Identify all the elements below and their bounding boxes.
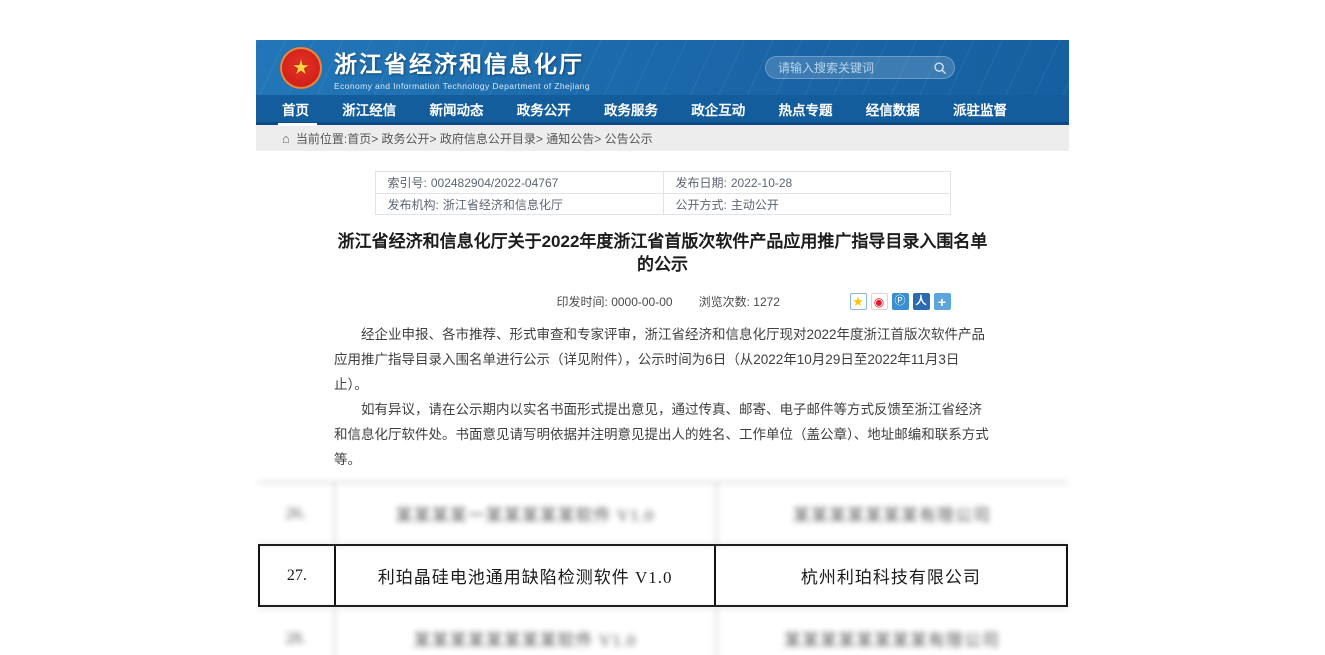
nav-item-gov-services[interactable]: 政务服务 — [602, 95, 660, 123]
article-body: 经企业申报、各市推荐、形式审查和专家评审，浙江省经济和信息化厅现对2022年度浙… — [256, 310, 1069, 472]
nav-item-supervision[interactable]: 派驻监督 — [951, 95, 1009, 123]
document-info-table: 索引号: 002482904/2022-04767 发布日期: 2022-10-… — [375, 171, 951, 215]
view-count-label: 浏览次数: — [699, 295, 750, 309]
main-nav: 首页 浙江经信 新闻动态 政务公开 政务服务 政企互动 热点专题 经信数据 派驻… — [256, 95, 1069, 122]
nav-item-jingxin-data[interactable]: 经信数据 — [864, 95, 922, 123]
search-box[interactable] — [765, 56, 955, 79]
doc-date-cell: 发布日期: 2022-10-28 — [663, 172, 950, 193]
table-row-blurred: 26. 某某某某一某某某某某软件 V1.0 某某某某某某某有限公司 — [258, 482, 1068, 545]
article-content: 索引号: 002482904/2022-04767 发布日期: 2022-10-… — [256, 171, 1069, 655]
home-icon: ⌂ — [282, 131, 290, 146]
nav-item-interaction[interactable]: 政企互动 — [689, 95, 747, 123]
doc-method-value: 主动公开 — [731, 196, 779, 213]
article-meta-row: 印发时间: 0000-00-00 浏览次数: 1272 ★ ◉ Ⓟ 人 + — [375, 293, 951, 310]
nav-item-gov-disclosure[interactable]: 政务公开 — [515, 95, 573, 123]
view-count-value: 1272 — [753, 295, 780, 309]
doc-org-value: 浙江省经济和信息化厅 — [443, 196, 563, 213]
paragraph-1: 经企业申报、各市推荐、形式审查和专家评审，浙江省经济和信息化厅现对2022年度浙… — [334, 322, 991, 397]
doc-index-cell: 索引号: 002482904/2022-04767 — [376, 172, 663, 193]
table-row-blurred: 28. 某某某某某某某某软件 V1.0 某某某某某某某某有限公司 — [258, 607, 1068, 655]
breadcrumb: ⌂ 当前位置:首页> 政务公开> 政府信息公开目录> 通知公告> 公告公示 — [256, 125, 1069, 151]
view-count: 浏览次数: 1272 — [699, 293, 780, 310]
print-time: 印发时间: 0000-00-00 — [557, 293, 673, 310]
site-header: ★ 浙江省经济和信息化厅 Economy and Information Tec… — [256, 40, 1069, 95]
row-number: 27. — [260, 546, 337, 605]
page: ★ 浙江省经济和信息化厅 Economy and Information Tec… — [256, 40, 1069, 655]
doc-method-label: 公开方式: — [676, 196, 727, 213]
table-row-highlight: 27. 利珀晶硅电池通用缺陷检测软件 V1.0 杭州利珀科技有限公司 — [258, 544, 1068, 607]
paragraph-2: 如有异议，请在公示期内以实名书面形式提出意见，通过传真、邮寄、电子邮件等方式反馈… — [334, 397, 991, 472]
software-name: 某某某某某某某某软件 V1.0 — [335, 608, 717, 655]
row-number: 26. — [258, 483, 335, 544]
company-name: 某某某某某某某有限公司 — [717, 483, 1068, 544]
article-meta-stats: 印发时间: 0000-00-00 浏览次数: 1272 — [557, 293, 780, 310]
share-more-icon[interactable]: + — [934, 293, 951, 310]
site-subtitle: Economy and Information Technology Depar… — [334, 81, 590, 91]
company-name: 杭州利珀科技有限公司 — [716, 546, 1065, 605]
print-time-label: 印发时间: — [557, 295, 608, 309]
doc-index-label: 索引号: — [388, 174, 427, 191]
breadcrumb-text[interactable]: 当前位置:首页> 政务公开> 政府信息公开目录> 通知公告> 公告公示 — [296, 130, 653, 147]
doc-index-value: 002482904/2022-04767 — [431, 176, 558, 190]
nav-item-hot-topics[interactable]: 热点专题 — [777, 95, 835, 123]
site-title: 浙江省经济和信息化厅 — [334, 45, 590, 79]
favorite-star-icon[interactable]: ★ — [850, 293, 867, 310]
article-title: 浙江省经济和信息化厅关于2022年度浙江省首版次软件产品应用推广指导目录入围名单… — [333, 230, 993, 276]
nav-item-news[interactable]: 新闻动态 — [428, 95, 486, 123]
software-name: 某某某某一某某某某某软件 V1.0 — [335, 483, 717, 544]
renren-icon[interactable]: 人 — [913, 293, 930, 310]
search-icon[interactable] — [933, 61, 947, 75]
doc-org-label: 发布机构: — [388, 196, 439, 213]
shortlist-table: 26. 某某某某一某某某某某软件 V1.0 某某某某某某某有限公司 27. 利珀… — [258, 482, 1068, 655]
search-input[interactable] — [778, 61, 933, 75]
emblem-star-icon: ★ — [292, 58, 310, 78]
site-title-block: 浙江省经济和信息化厅 Economy and Information Techn… — [334, 45, 590, 91]
nav-item-zhejiang-jingxin[interactable]: 浙江经信 — [340, 95, 398, 123]
national-emblem-logo: ★ — [280, 47, 322, 89]
doc-method-cell: 公开方式: 主动公开 — [663, 193, 950, 214]
sina-weibo-icon[interactable]: ◉ — [871, 293, 888, 310]
doc-date-value: 2022-10-28 — [731, 176, 792, 190]
row-number: 28. — [258, 608, 335, 655]
software-name: 利珀晶硅电池通用缺陷检测软件 V1.0 — [336, 546, 716, 605]
doc-date-label: 发布日期: — [676, 174, 727, 191]
nav-item-home[interactable]: 首页 — [280, 95, 311, 123]
doc-org-cell: 发布机构: 浙江省经济和信息化厅 — [376, 193, 663, 214]
print-time-value: 0000-00-00 — [611, 295, 672, 309]
share-icon-bar: ★ ◉ Ⓟ 人 + — [850, 293, 951, 310]
tencent-weibo-icon[interactable]: Ⓟ — [892, 293, 909, 310]
company-name: 某某某某某某某某有限公司 — [717, 608, 1068, 655]
